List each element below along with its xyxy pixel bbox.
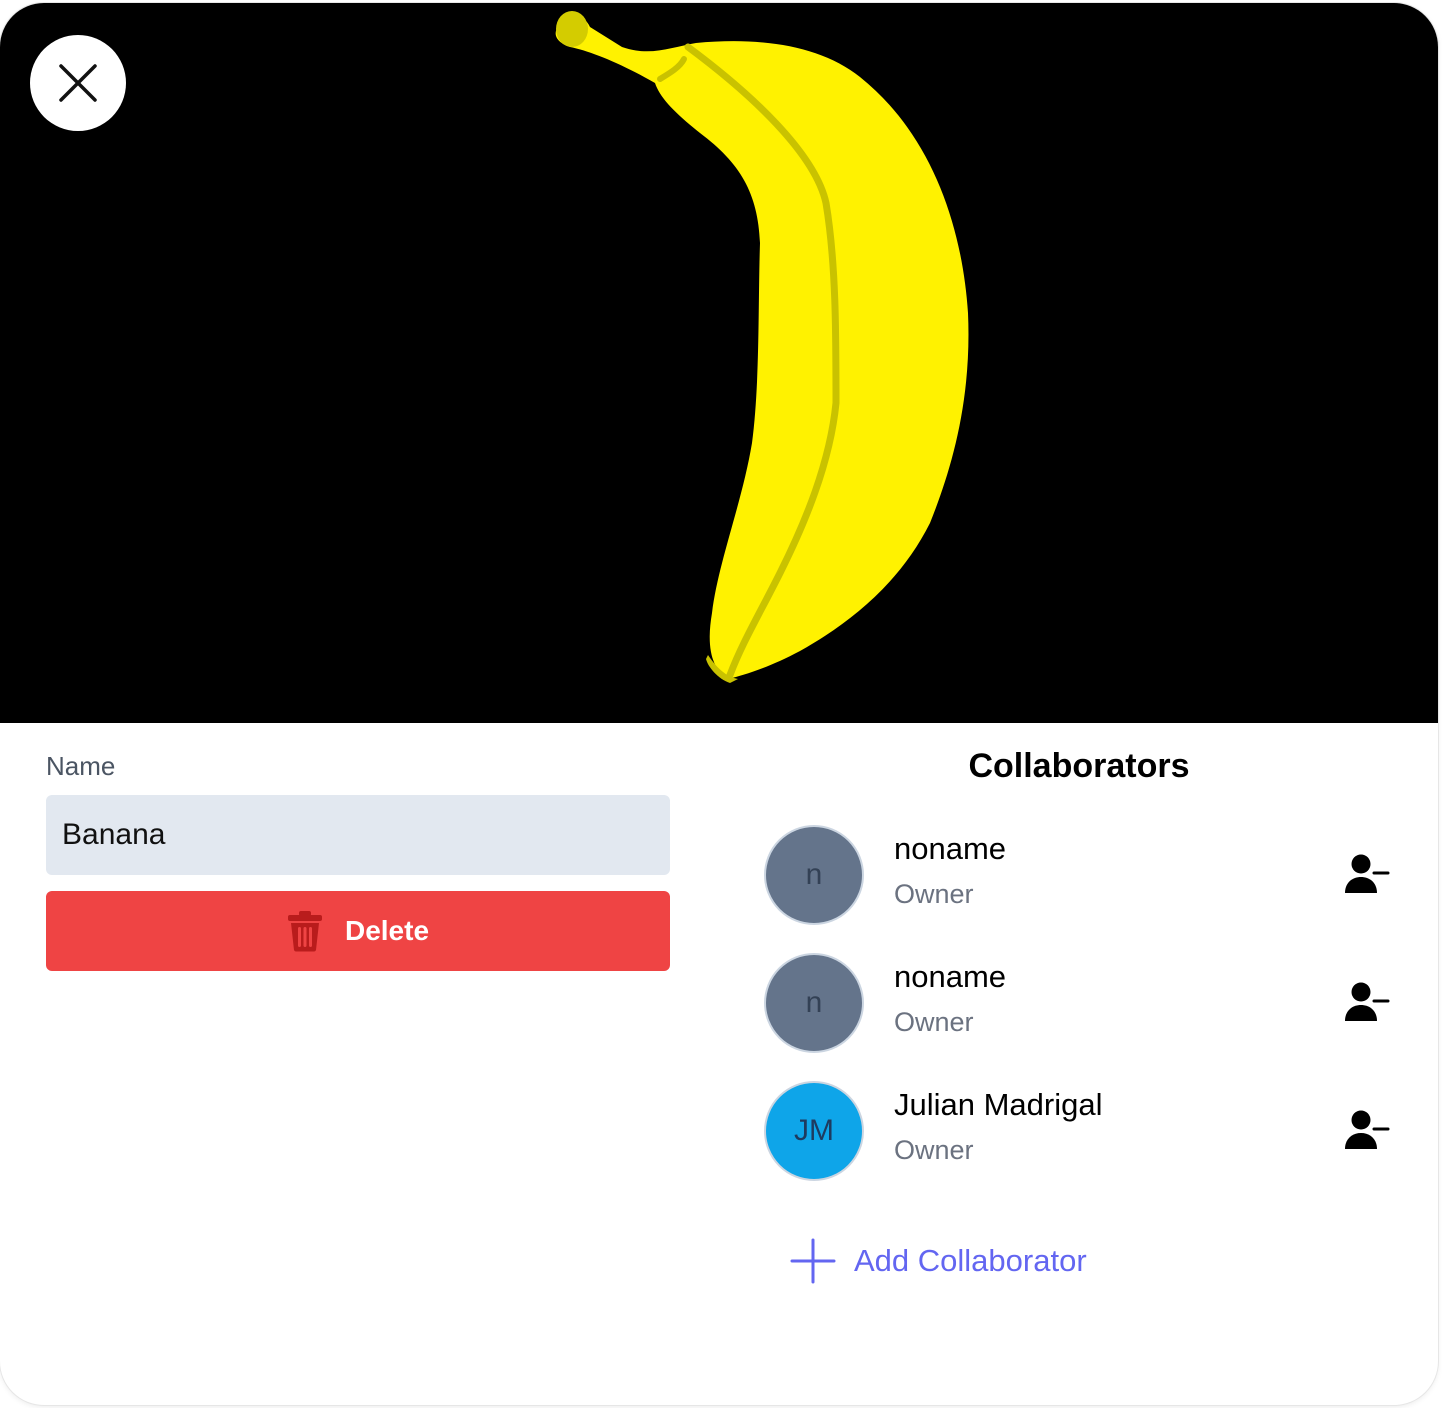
remove-collaborator-button[interactable] <box>1344 981 1392 1025</box>
collaborator-row: n noname Owner <box>764 953 1404 1053</box>
avatar: n <box>764 953 864 1053</box>
name-input[interactable] <box>46 795 670 875</box>
delete-button[interactable]: Delete <box>46 891 670 971</box>
user-minus-icon <box>1345 1110 1390 1149</box>
collaborator-name: Julian Madrigal <box>894 1087 1103 1122</box>
collaborator-name: noname <box>894 831 1007 866</box>
collaborator-row: n noname Owner <box>764 825 1404 925</box>
delete-label: Delete <box>344 915 430 946</box>
drawing-canvas <box>0 3 1438 723</box>
collaborator-role: Owner <box>894 1135 974 1165</box>
banana-drawing <box>555 11 969 683</box>
collaborator-row: JM Julian Madrigal Owner <box>764 1081 1404 1181</box>
drawing-details-modal: Name Delete Collaborators n noname Owner… <box>0 3 1438 1405</box>
close-button[interactable] <box>30 35 126 131</box>
user-minus-icon <box>1345 854 1390 893</box>
collaborators-title: Collaborators <box>968 747 1190 785</box>
name-label: Name <box>46 751 116 781</box>
banana-stem-tip <box>556 11 588 47</box>
avatar: JM <box>764 1081 864 1181</box>
collaborator-name: noname <box>894 959 1007 994</box>
avatar: n <box>764 825 864 925</box>
collaborator-role: Owner <box>894 879 974 909</box>
close-icon <box>59 64 97 102</box>
user-minus-icon <box>1345 982 1390 1021</box>
add-collaborator-label: Add Collaborator <box>854 1243 1087 1278</box>
remove-collaborator-button[interactable] <box>1344 853 1392 897</box>
remove-collaborator-button[interactable] <box>1344 1109 1392 1153</box>
add-collaborator-button[interactable]: Add Collaborator <box>790 1237 1087 1285</box>
collaborator-role: Owner <box>894 1007 974 1037</box>
trash-icon <box>287 911 322 952</box>
banana-shape <box>555 15 969 679</box>
plus-icon <box>790 1238 836 1284</box>
